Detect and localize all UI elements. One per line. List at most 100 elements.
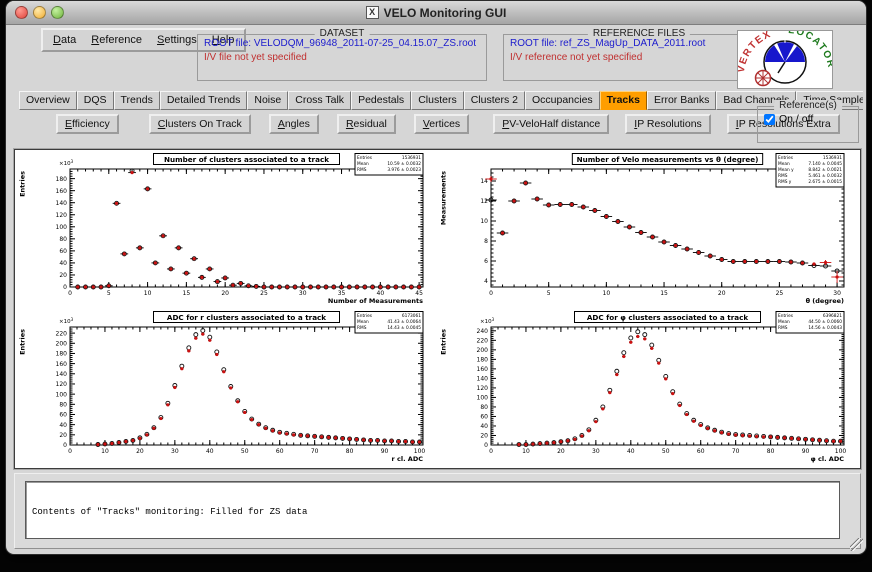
svg-text:1536931: 1536931 bbox=[402, 155, 421, 161]
dataset-iv-file: I/V file not yet specified bbox=[204, 52, 307, 63]
svg-text:90: 90 bbox=[381, 448, 389, 455]
svg-text:14.43 ± 0.0045: 14.43 ± 0.0045 bbox=[387, 325, 421, 331]
svg-text:20: 20 bbox=[557, 448, 565, 455]
reference-on-off-checkbox[interactable] bbox=[764, 113, 775, 125]
angles-button[interactable]: Angles bbox=[268, 114, 319, 134]
monitoring-info-textview[interactable]: Contents of "Tracks" monitoring: Filled … bbox=[25, 481, 840, 539]
svg-text:10: 10 bbox=[101, 448, 109, 455]
svg-text:Entries: Entries bbox=[19, 329, 27, 355]
tab-clusters-2[interactable]: Clusters 2 bbox=[463, 91, 525, 110]
svg-text:80: 80 bbox=[480, 404, 488, 411]
tab-pedestals[interactable]: Pedestals bbox=[351, 91, 412, 110]
svg-text:41.43 ± 0.0064: 41.43 ± 0.0064 bbox=[387, 319, 421, 325]
svg-text:Entries: Entries bbox=[357, 155, 373, 161]
reference-toggle-groupbox: Reference(s) On / off bbox=[757, 100, 859, 143]
svg-text:180: 180 bbox=[56, 351, 68, 358]
info-line: Contents of "Tracks" monitoring: Filled … bbox=[32, 507, 308, 517]
svg-text:10.59 ± 0.0032: 10.59 ± 0.0032 bbox=[387, 161, 421, 167]
pad-clusters-per-track[interactable]: 0 5 10 15 20 25 30 35 40 45 0 20 40 60 80 100 120 140 160 1… bbox=[16, 152, 436, 308]
svg-text:θ (degree): θ (degree) bbox=[806, 297, 844, 305]
svg-text:70: 70 bbox=[732, 448, 740, 455]
svg-text:100: 100 bbox=[56, 391, 68, 398]
residual-button[interactable]: Residual bbox=[336, 114, 396, 134]
tab-clusters[interactable]: Clusters bbox=[411, 91, 464, 110]
pad-measurements-vs-theta[interactable]: 0 5 10 15 20 25 30 4 6 8 10 12 14 Number of Velo meas… bbox=[437, 152, 857, 308]
svg-text:ADC for r clusters associated: ADC for r clusters associated to a track bbox=[167, 313, 326, 322]
reference-toggle-legend: Reference(s) bbox=[774, 100, 842, 111]
svg-text:80: 80 bbox=[767, 448, 775, 455]
dataset-root-file: ROOT file: VELODQM_96948_2011-07-25_04.1… bbox=[204, 38, 477, 49]
menu-settings[interactable]: Settings bbox=[157, 34, 197, 46]
info-panel: Contents of "Tracks" monitoring: Filled … bbox=[14, 473, 861, 549]
svg-text:140: 140 bbox=[56, 200, 68, 207]
tab-detailed-trends[interactable]: Detailed Trends bbox=[159, 91, 248, 110]
svg-text:5: 5 bbox=[107, 290, 111, 297]
svg-text:140: 140 bbox=[56, 371, 68, 378]
svg-text:44.50 ± 0.0060: 44.50 ± 0.0060 bbox=[808, 319, 842, 325]
svg-text:ADC for φ clusters associated: ADC for φ clusters associated to a track bbox=[587, 313, 748, 322]
tab-trends[interactable]: Trends bbox=[113, 91, 160, 110]
svg-text:8.842 ± 0.0021: 8.842 ± 0.0021 bbox=[808, 167, 842, 173]
info-line: --------------------------------- bbox=[32, 539, 833, 540]
svg-text:240: 240 bbox=[477, 328, 489, 335]
svg-text:Entries: Entries bbox=[357, 313, 373, 319]
svg-text:120: 120 bbox=[477, 385, 489, 392]
ip-resolutions-button[interactable]: IP Resolutions bbox=[625, 114, 711, 134]
tab-dqs[interactable]: DQS bbox=[76, 91, 114, 110]
resize-grip[interactable] bbox=[850, 538, 863, 551]
menu-data[interactable]: Data bbox=[53, 34, 76, 46]
svg-text:100: 100 bbox=[414, 448, 426, 455]
pv-velohalf-distance-button[interactable]: PV-VeloHalf distance bbox=[493, 114, 610, 134]
svg-text:0: 0 bbox=[68, 448, 72, 455]
svg-text:25: 25 bbox=[260, 290, 268, 297]
vertices-button[interactable]: Vertices bbox=[413, 114, 470, 134]
svg-text:0: 0 bbox=[484, 442, 488, 449]
tab-error-banks[interactable]: Error Banks bbox=[646, 91, 717, 110]
svg-text:6396821: 6396821 bbox=[823, 313, 842, 319]
tab-noise[interactable]: Noise bbox=[247, 91, 289, 110]
svg-text:Mean: Mean bbox=[357, 319, 369, 325]
svg-text:160: 160 bbox=[56, 188, 68, 195]
svg-text:60: 60 bbox=[697, 448, 705, 455]
pad-adc-r-clusters[interactable]: 0 10 20 30 40 50 60 70 80 90 100 0 20 40 60 80 100 120 140… bbox=[16, 310, 436, 466]
svg-text:10: 10 bbox=[522, 448, 530, 455]
tab-cross-talk[interactable]: Cross Talk bbox=[288, 91, 352, 110]
svg-text:120: 120 bbox=[56, 381, 68, 388]
svg-text:Entries: Entries bbox=[19, 171, 27, 197]
efficiency-button[interactable]: Efficiency bbox=[56, 114, 119, 134]
svg-text:90: 90 bbox=[802, 448, 810, 455]
pad-adc-phi-clusters[interactable]: 0 10 20 30 40 50 60 70 80 90 100 0 20 40 60 80 100 120 140… bbox=[437, 310, 857, 466]
svg-text:35: 35 bbox=[338, 290, 346, 297]
svg-text:30: 30 bbox=[833, 290, 841, 297]
svg-text:Number of clusters associated: Number of clusters associated to a track bbox=[164, 155, 329, 164]
dataset-groupbox: DATASET ROOT file: VELODQM_96948_2011-07… bbox=[197, 28, 487, 81]
svg-text:Entries: Entries bbox=[778, 155, 794, 161]
clusters-on-track-button[interactable]: Clusters On Track bbox=[148, 114, 251, 134]
tab-occupancies[interactable]: Occupancies bbox=[524, 91, 600, 110]
svg-text:20: 20 bbox=[718, 290, 726, 297]
svg-text:200: 200 bbox=[56, 340, 68, 347]
svg-text:80: 80 bbox=[59, 402, 67, 409]
svg-text:8: 8 bbox=[484, 238, 488, 245]
tab-overview[interactable]: Overview bbox=[19, 91, 77, 110]
title-bar[interactable]: X VELO Monitoring GUI bbox=[6, 1, 866, 25]
tab-tracks[interactable]: Tracks bbox=[599, 91, 647, 110]
svg-text:60: 60 bbox=[59, 248, 67, 255]
reference-files-legend: REFERENCE FILES bbox=[587, 28, 691, 39]
svg-text:Mean: Mean bbox=[778, 319, 790, 325]
svg-text:0: 0 bbox=[489, 448, 493, 455]
svg-text:0: 0 bbox=[489, 290, 493, 297]
svg-text:220: 220 bbox=[477, 338, 489, 345]
svg-text:0: 0 bbox=[63, 442, 67, 449]
svg-text:0: 0 bbox=[68, 290, 72, 297]
menu-reference[interactable]: Reference bbox=[91, 34, 142, 46]
svg-text:30: 30 bbox=[299, 290, 307, 297]
svg-text:Number of Measurements: Number of Measurements bbox=[328, 297, 423, 305]
reference-iv-file: I/V reference not yet specified bbox=[510, 52, 643, 63]
svg-text:Mean: Mean bbox=[778, 161, 790, 167]
svg-text:30: 30 bbox=[171, 448, 179, 455]
svg-text:Measurements: Measurements bbox=[440, 171, 448, 225]
svg-text:180: 180 bbox=[56, 176, 68, 183]
svg-text:20: 20 bbox=[221, 290, 229, 297]
svg-text:20: 20 bbox=[136, 448, 144, 455]
